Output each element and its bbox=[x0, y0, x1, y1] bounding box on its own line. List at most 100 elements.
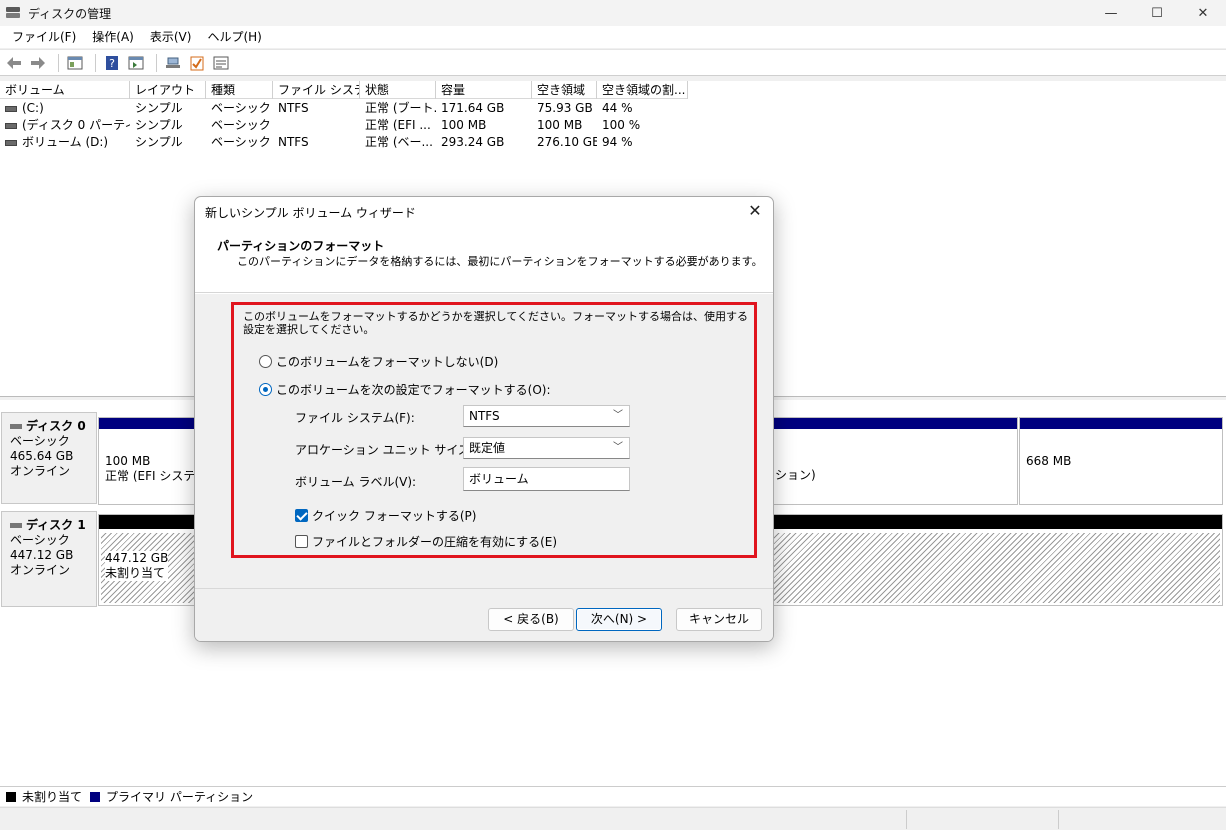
menu-file[interactable]: ファイル(F) bbox=[4, 26, 84, 48]
column-layout[interactable]: レイアウト bbox=[130, 81, 206, 99]
unallocated-info: 447.12 GB 未割り当て bbox=[105, 551, 169, 581]
cell-filesystem: NTFS bbox=[278, 135, 309, 149]
volume-name: (ディスク 0 パーティシ... bbox=[22, 118, 130, 132]
radio-button[interactable] bbox=[259, 355, 272, 368]
cell-type: ベーシック bbox=[211, 101, 271, 115]
connect-icon[interactable] bbox=[163, 53, 183, 73]
format-description: このボリュームをフォーマットするかどうかを選択してください。フォーマットする場合… bbox=[243, 310, 749, 336]
cell-free-percent: 44 % bbox=[602, 101, 633, 115]
disk-0-label[interactable]: ディスク 0 ベーシック 465.64 GB オンライン bbox=[1, 412, 97, 504]
next-button[interactable]: 次へ(N) > bbox=[576, 608, 662, 631]
dialog-header: パーティションのフォーマット このパーティションにデータを格納するには、最初にパ… bbox=[195, 227, 773, 293]
disk-icon bbox=[10, 424, 22, 429]
legend-label: 未割り当て bbox=[22, 790, 83, 804]
toolbar: ? bbox=[0, 49, 1226, 76]
drive-icon bbox=[5, 139, 17, 146]
allocation-unit-select[interactable]: 既定値 ﹀ bbox=[463, 437, 630, 459]
quick-format-checkbox[interactable] bbox=[295, 509, 308, 522]
legend-unallocated: 未割り当て bbox=[6, 788, 82, 805]
quick-format-checkbox-row[interactable]: クイック フォーマットする(P) bbox=[295, 507, 476, 524]
volume-label-input[interactable]: ボリューム bbox=[463, 467, 630, 491]
cell-capacity: 293.24 GB bbox=[441, 135, 505, 149]
column-type[interactable]: 種類 bbox=[206, 81, 273, 99]
table-row[interactable]: (ディスク 0 パーティシ... シンプル ベーシック 正常 (EFI ... … bbox=[0, 117, 688, 134]
legend: 未割り当て プライマリ パーティション bbox=[0, 786, 1226, 806]
close-icon[interactable]: ✕ bbox=[745, 201, 765, 221]
close-window-button[interactable]: ✕ bbox=[1180, 0, 1226, 26]
back-icon[interactable] bbox=[4, 53, 24, 73]
filesystem-label: ファイル システム(F): bbox=[295, 411, 415, 425]
volume-name: ボリューム (D:) bbox=[22, 135, 109, 149]
partition-color-bar bbox=[1020, 418, 1222, 429]
checkbox-label: クイック フォーマットする(P) bbox=[312, 509, 477, 523]
back-button[interactable]: < 戻る(B) bbox=[488, 608, 574, 631]
select-value: NTFS bbox=[469, 409, 500, 423]
column-volume[interactable]: ボリューム bbox=[0, 81, 130, 99]
drive-icon bbox=[5, 105, 17, 112]
menu-action[interactable]: 操作(A) bbox=[84, 26, 142, 48]
properties-icon[interactable] bbox=[65, 53, 85, 73]
cell-free-space: 75.93 GB bbox=[537, 101, 593, 115]
column-free-space[interactable]: 空き領域 bbox=[532, 81, 597, 99]
disk-size: 465.64 GB bbox=[10, 449, 74, 463]
dialog-footer: < 戻る(B) 次へ(N) > キャンセル bbox=[195, 588, 773, 641]
partition-status: 正常 (EFI システム bbox=[105, 469, 197, 483]
legend-label: プライマリ パーティション bbox=[106, 790, 254, 804]
column-filesystem[interactable]: ファイル システム bbox=[273, 81, 360, 99]
window-title: ディスクの管理 bbox=[28, 6, 112, 21]
cell-type: ベーシック bbox=[211, 135, 271, 149]
checkbox-label: ファイルとフォルダーの圧縮を有効にする(E) bbox=[312, 535, 558, 549]
table-row[interactable]: (C:) シンプル ベーシック NTFS 正常 (ブート... 171.64 G… bbox=[0, 100, 688, 117]
column-free-percent[interactable]: 空き領域の割... bbox=[597, 81, 688, 99]
disk-1-label[interactable]: ディスク 1 ベーシック 447.12 GB オンライン bbox=[1, 511, 97, 607]
check-icon[interactable] bbox=[187, 53, 207, 73]
window-controls: — ☐ ✕ bbox=[1088, 0, 1226, 26]
disk-name: ディスク 0 bbox=[26, 419, 86, 433]
cancel-button[interactable]: キャンセル bbox=[676, 608, 762, 631]
drive-icon bbox=[5, 122, 17, 129]
menu-bar: ファイル(F) 操作(A) 表示(V) ヘルプ(H) bbox=[0, 26, 1226, 48]
toolbar-separator bbox=[95, 53, 96, 72]
help-icon[interactable]: ? bbox=[102, 53, 122, 73]
radio-button-selected[interactable] bbox=[259, 383, 272, 396]
column-status[interactable]: 状態 bbox=[360, 81, 436, 99]
maximize-button[interactable]: ☐ bbox=[1134, 0, 1180, 26]
partition-color-bar bbox=[761, 418, 1017, 429]
dialog-body: このボリュームをフォーマットするかどうかを選択してください。フォーマットする場合… bbox=[195, 294, 773, 588]
disk-size: 447.12 GB bbox=[10, 548, 74, 562]
svg-text:?: ? bbox=[109, 57, 115, 70]
volume-list-header: ボリューム レイアウト 種類 ファイル システム 状態 容量 空き領域 空き領域… bbox=[0, 81, 688, 99]
cell-layout: シンプル bbox=[135, 118, 183, 132]
chevron-down-icon: ﹀ bbox=[613, 442, 623, 453]
compression-checkbox-row[interactable]: ファイルとフォルダーの圧縮を有効にする(E) bbox=[295, 533, 557, 550]
disk-type: ベーシック bbox=[10, 533, 70, 547]
radio-label: このボリュームをフォーマットしない(D) bbox=[276, 355, 499, 369]
dialog-heading: パーティションのフォーマット bbox=[217, 239, 385, 253]
legend-primary: プライマリ パーティション bbox=[90, 788, 253, 805]
settings-icon[interactable] bbox=[211, 53, 231, 73]
column-capacity[interactable]: 容量 bbox=[436, 81, 532, 99]
toolbar-separator bbox=[58, 53, 59, 72]
menu-help[interactable]: ヘルプ(H) bbox=[199, 26, 269, 48]
chevron-down-icon: ﹀ bbox=[613, 410, 623, 421]
title-bar: ディスクの管理 — ☐ ✕ bbox=[0, 0, 1226, 26]
forward-icon[interactable] bbox=[28, 53, 48, 73]
cell-volume: (C:) bbox=[0, 100, 130, 117]
disk-0-recovery-partition[interactable]: 668 MB bbox=[1019, 417, 1223, 505]
legend-swatch bbox=[6, 791, 16, 802]
radio-format[interactable]: このボリュームを次の設定でフォーマットする(O): bbox=[259, 381, 551, 398]
minimize-button[interactable]: — bbox=[1088, 0, 1134, 26]
legend-swatch bbox=[90, 791, 101, 802]
compression-checkbox[interactable] bbox=[295, 535, 308, 548]
menu-view[interactable]: 表示(V) bbox=[142, 26, 200, 48]
table-row[interactable]: ボリューム (D:) シンプル ベーシック NTFS 正常 (ベー... 293… bbox=[0, 134, 688, 151]
disk-0-efi-partition[interactable]: 100 MB 正常 (EFI システム bbox=[98, 417, 198, 505]
filesystem-select[interactable]: NTFS ﹀ bbox=[463, 405, 630, 427]
radio-no-format[interactable]: このボリュームをフォーマットしない(D) bbox=[259, 353, 498, 370]
cell-status: 正常 (ベー... bbox=[365, 135, 433, 149]
volume-label-label: ボリューム ラベル(V): bbox=[295, 475, 417, 489]
partition-size: 447.12 GB bbox=[105, 551, 169, 565]
console-icon[interactable] bbox=[126, 53, 146, 73]
disk-0-main-partition[interactable]: ション) bbox=[760, 417, 1018, 505]
partition-size: 668 MB bbox=[1026, 454, 1072, 468]
